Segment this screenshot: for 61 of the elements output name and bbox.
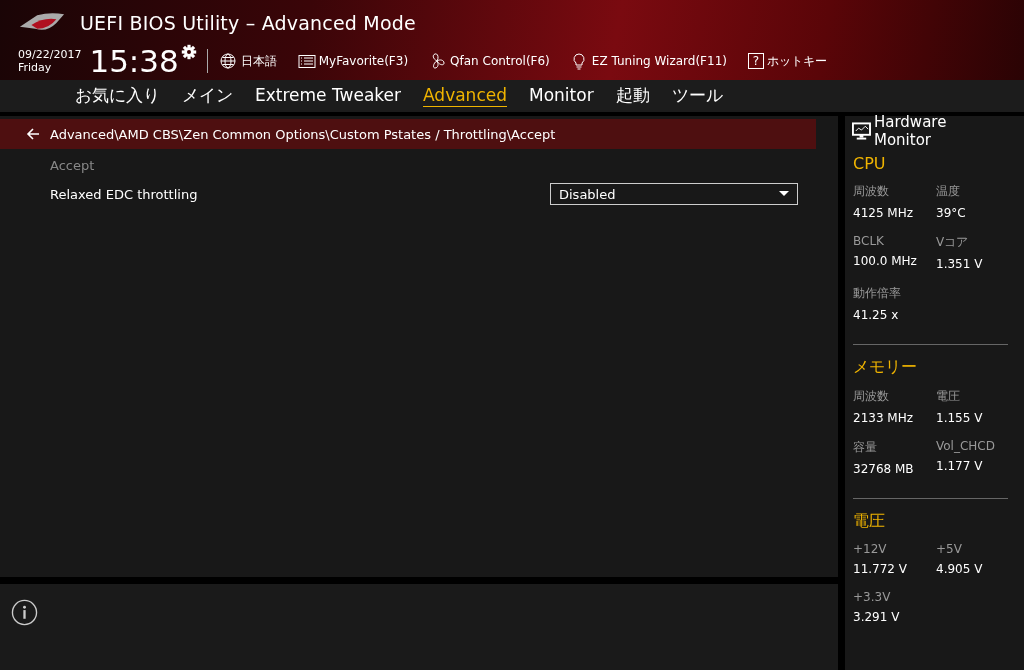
caret-icon: [779, 191, 789, 197]
section-label: Accept: [49, 157, 96, 175]
reading-value: 1.177 V: [936, 459, 984, 473]
reading-label: +12V: [853, 542, 888, 556]
reading-label: 周波数: [853, 183, 890, 200]
day-text: Friday: [18, 61, 53, 74]
toolbar-button[interactable]: EZ Tuning Wizard(F11): [570, 52, 727, 70]
reading-value: 32768 MB: [853, 462, 915, 476]
toolbar-label: EZ Tuning Wizard(F11): [591, 54, 727, 68]
reading-label: Vol_CHCD: [936, 439, 996, 453]
reading-label: Vコア: [936, 234, 970, 251]
dropdown-field[interactable]: Disabled: [550, 183, 798, 205]
reading-label: 動作倍率: [853, 285, 902, 302]
toolbar-button[interactable]: Qfan Control(F6): [429, 52, 550, 70]
reading-value: 4.905 V: [936, 562, 984, 576]
reading-value: 1.155 V: [936, 411, 984, 425]
info-icon: [11, 599, 38, 626]
reading-label: 電圧: [936, 388, 961, 405]
window-title: UEFI BIOS Utility – Advanced Mode: [80, 12, 416, 34]
toolbar-label: ホットキー: [766, 52, 827, 70]
reading-label: 周波数: [853, 388, 890, 405]
toolbar-label: 日本語: [240, 52, 277, 70]
settings-icon[interactable]: [180, 44, 197, 60]
globe-icon: [219, 52, 238, 70]
date-text: 09/22/2017: [18, 48, 82, 61]
section-heading: CPU: [853, 154, 887, 173]
reading-value: 39°C: [936, 206, 967, 220]
toolbar-button[interactable]: MyFavorite(F3): [297, 52, 409, 70]
reading-value: 3.291 V: [853, 610, 901, 624]
reading-value: 1.351 V: [936, 257, 984, 271]
menu-tab[interactable]: メイン: [171, 80, 244, 112]
reading-value: 11.772 V: [853, 562, 908, 576]
reading-label: +5V: [936, 542, 963, 556]
monitor-icon: [852, 122, 871, 140]
clock-time: 15:38: [89, 44, 179, 78]
toolbar-button[interactable]: 日本語: [219, 52, 277, 70]
reading-label: BCLK: [853, 234, 885, 248]
section-heading: 電圧: [853, 511, 886, 532]
panel-title: Hardware Monitor: [873, 113, 948, 149]
reading-label: 容量: [853, 439, 878, 456]
toolbar-label: MyFavorite(F3): [318, 54, 409, 68]
breadcrumb-path: Advanced\AMD CBS\Zen Common Options\Custom Pstates / Throttling\Accept: [50, 126, 556, 142]
help-key-icon: ?: [747, 53, 764, 69]
toolbar-label: Qfan Control(F6): [450, 54, 550, 68]
menu-tab[interactable]: Monitor: [518, 80, 605, 112]
reading-label: +3.3V: [853, 590, 892, 604]
reading-value: 41.25 x: [853, 308, 900, 322]
menu-tab[interactable]: 起動: [604, 80, 661, 112]
menu-tab[interactable]: お気に入り: [64, 80, 171, 112]
toolbar-button[interactable]: ? ホットキー: [747, 52, 827, 70]
setting-label: Relaxed EDC throttling: [50, 186, 198, 202]
menu-tab[interactable]: Extreme Tweaker: [244, 80, 412, 112]
reading-value: 4125 MHz: [853, 206, 915, 220]
menu-tab[interactable]: ツール: [660, 80, 734, 112]
reading-value: 100.0 MHz: [853, 254, 918, 268]
back-arrow-icon[interactable]: [26, 128, 40, 140]
reading-label: 温度: [936, 183, 961, 200]
list-icon: [297, 52, 316, 70]
menu-tab[interactable]: Advanced: [412, 80, 518, 112]
section-heading: メモリー: [853, 357, 918, 378]
reading-value: 2133 MHz: [853, 411, 915, 425]
